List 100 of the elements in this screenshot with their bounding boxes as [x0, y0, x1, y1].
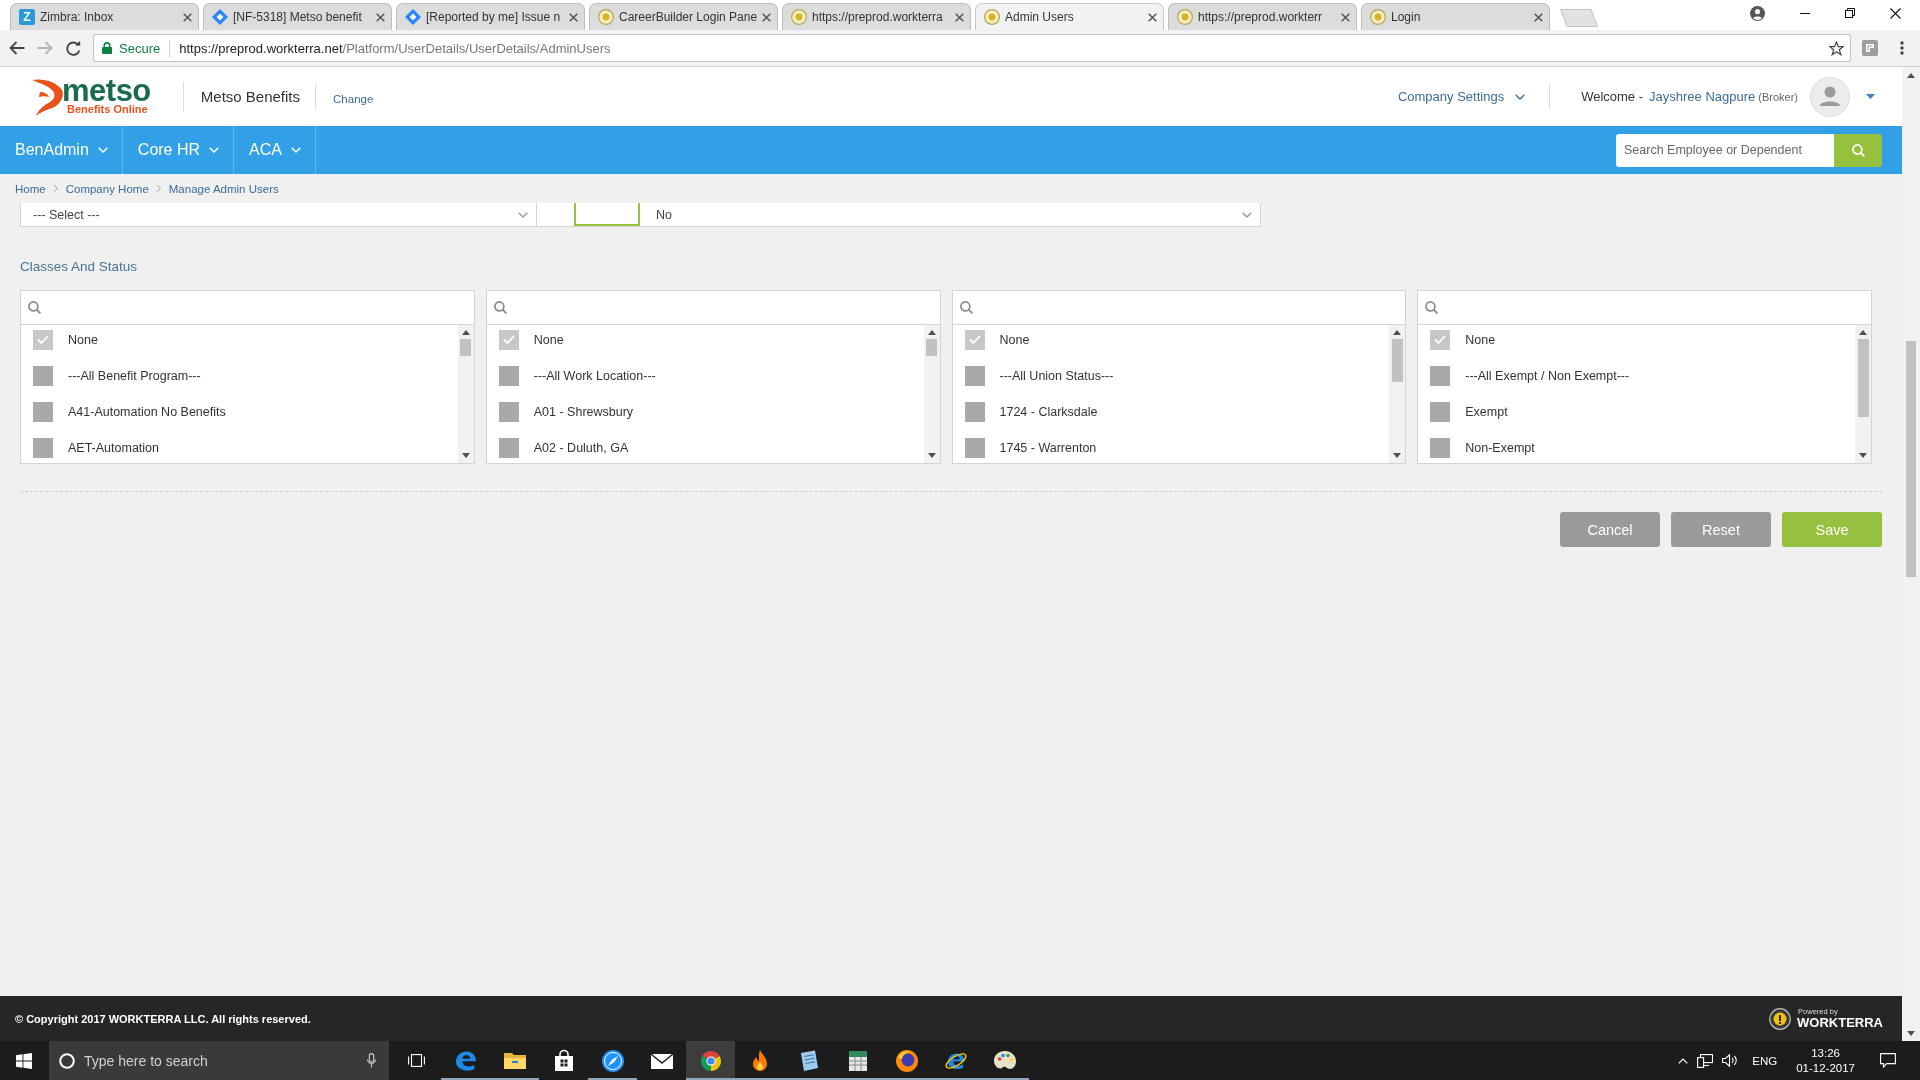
logo-tagline: Benefits Online — [67, 102, 149, 115]
change-link[interactable]: Change — [333, 92, 374, 105]
emblem-icon — [984, 9, 1000, 25]
browser-tab[interactable]: [Reported by me] Issue n — [396, 3, 585, 30]
option-label: ---All Benefit Program--- — [68, 368, 201, 383]
extension-icon[interactable] — [1862, 40, 1878, 56]
option-label: Non-Exempt — [1465, 440, 1535, 455]
checkbox[interactable] — [964, 365, 985, 386]
menu-icon[interactable] — [1900, 41, 1904, 55]
globe-icon — [894, 1048, 919, 1073]
browser-tab[interactable]: [NF-5318] Metso benefit — [203, 3, 392, 30]
search-icon — [28, 301, 41, 314]
select-field[interactable]: No — [640, 203, 1260, 226]
star-icon[interactable] — [1829, 40, 1844, 56]
caret-down-icon[interactable] — [1866, 94, 1875, 99]
chevron-down-icon — [97, 147, 108, 153]
microphone-icon[interactable] — [367, 1053, 376, 1068]
browser-tab[interactable]: https://preprod.workterra — [782, 3, 971, 30]
compass-icon — [600, 1048, 625, 1073]
minimize-icon[interactable] — [1800, 12, 1810, 14]
close-icon[interactable] — [1890, 7, 1901, 19]
select-field[interactable]: --- Select --- — [21, 203, 537, 226]
volume-icon[interactable] — [1722, 1054, 1738, 1067]
checkbox[interactable] — [498, 437, 519, 458]
address-bar[interactable]: Secure https://preprod.workterra.net/Platform/UserDetails/UserDetails/AdminUsers — [93, 34, 1851, 62]
input-field[interactable] — [574, 203, 640, 226]
check-icon — [502, 335, 515, 344]
emblem-icon — [1769, 1007, 1792, 1030]
scrollbar[interactable] — [923, 325, 940, 463]
search-icon — [959, 301, 973, 314]
ring-icon — [59, 1053, 75, 1069]
option-label: ---All Exempt / Non Exempt--- — [1465, 368, 1630, 383]
checkbox[interactable] — [1430, 329, 1451, 350]
checkbox[interactable] — [964, 437, 985, 458]
browser-tab[interactable]: Login — [1361, 3, 1550, 30]
security-label: Secure — [119, 40, 161, 56]
language-indicator[interactable]: ENG — [1752, 1054, 1778, 1067]
section-title: Classes And Status — [20, 259, 139, 274]
option-label: 1724 - Clarksdale — [999, 404, 1098, 419]
avatar-icon[interactable] — [1810, 76, 1850, 117]
checkbox[interactable] — [33, 365, 53, 386]
chevron-right-icon — [156, 185, 161, 192]
checkbox[interactable] — [33, 401, 53, 422]
chevron-up-icon[interactable] — [1678, 1057, 1689, 1064]
browser-tab[interactable]: https://preprod.workterr — [1168, 3, 1357, 30]
browser-tab[interactable]: Admin Users — [975, 3, 1164, 30]
back-icon[interactable] — [9, 41, 25, 55]
check-icon — [37, 335, 49, 344]
checkbox[interactable] — [33, 329, 53, 350]
url-text: https://preprod.workterra.net/Platform/UserDetails/UserDetails/AdminUsers — [179, 40, 611, 56]
option-label: A41-Automation No Benefits — [68, 404, 226, 419]
option-label: None — [1465, 332, 1496, 347]
clock-date[interactable]: 01-12-2017 — [1796, 1060, 1855, 1076]
checkbox[interactable] — [498, 401, 519, 422]
network-icon[interactable] — [1697, 1053, 1714, 1068]
scrollbar[interactable] — [1389, 325, 1406, 463]
restore-icon[interactable] — [1845, 8, 1855, 18]
breadcrumb-link[interactable]: Manage Admin Users — [168, 182, 279, 195]
taskbar-button[interactable] — [686, 1041, 735, 1080]
checkbox[interactable] — [964, 401, 985, 422]
scrollbar[interactable] — [1902, 67, 1920, 1041]
company-settings-menu[interactable]: Company Settings — [1397, 89, 1526, 104]
browser-tab[interactable]: Z Zimbra: Inbox — [10, 3, 199, 30]
diamond-icon — [212, 9, 228, 25]
search-button[interactable] — [1834, 133, 1882, 167]
reload-icon[interactable] — [66, 40, 81, 56]
checkbox[interactable] — [964, 329, 985, 350]
lock-icon — [102, 42, 112, 54]
logo-text: metso — [62, 78, 151, 103]
scrollbar[interactable] — [457, 325, 474, 463]
segmented-circle-icon — [698, 1048, 723, 1073]
check-icon — [968, 335, 981, 344]
account-icon[interactable] — [1750, 5, 1765, 21]
windows-icon[interactable] — [16, 1052, 32, 1069]
notification-icon[interactable] — [1880, 1053, 1896, 1068]
browser-tab[interactable]: CareerBuilder Login Pane — [589, 3, 778, 30]
checkbox[interactable] — [498, 365, 519, 386]
option-label: ---All Union Status--- — [999, 368, 1114, 383]
checkbox[interactable] — [1430, 437, 1451, 458]
check-icon — [1434, 335, 1447, 344]
search-icon — [1851, 143, 1865, 157]
scrollbar[interactable] — [1855, 325, 1871, 463]
checkbox[interactable] — [1430, 401, 1451, 422]
swoosh-icon — [30, 77, 64, 116]
checkbox[interactable] — [33, 437, 53, 458]
diamond-icon — [405, 9, 421, 25]
breadcrumb-link[interactable]: Home — [15, 182, 46, 195]
task-view-icon[interactable] — [408, 1054, 425, 1067]
search-field[interactable]: Type here to search — [49, 1041, 389, 1080]
close-icon[interactable] — [1148, 12, 1157, 22]
option-label: Exempt — [1465, 404, 1508, 419]
clock-time[interactable]: 13:26 — [1811, 1045, 1840, 1061]
search-icon — [1425, 301, 1439, 314]
breadcrumb-link[interactable]: Company Home — [65, 182, 149, 195]
checkbox[interactable] — [1430, 365, 1451, 386]
search-field[interactable]: Search Employee or Dependent — [1616, 133, 1834, 167]
chevron-down-icon — [518, 211, 528, 218]
checkbox[interactable] — [498, 329, 519, 350]
option-label: None — [533, 332, 564, 347]
user-name-link[interactable]: Jayshree Nagpure — [1649, 89, 1756, 104]
